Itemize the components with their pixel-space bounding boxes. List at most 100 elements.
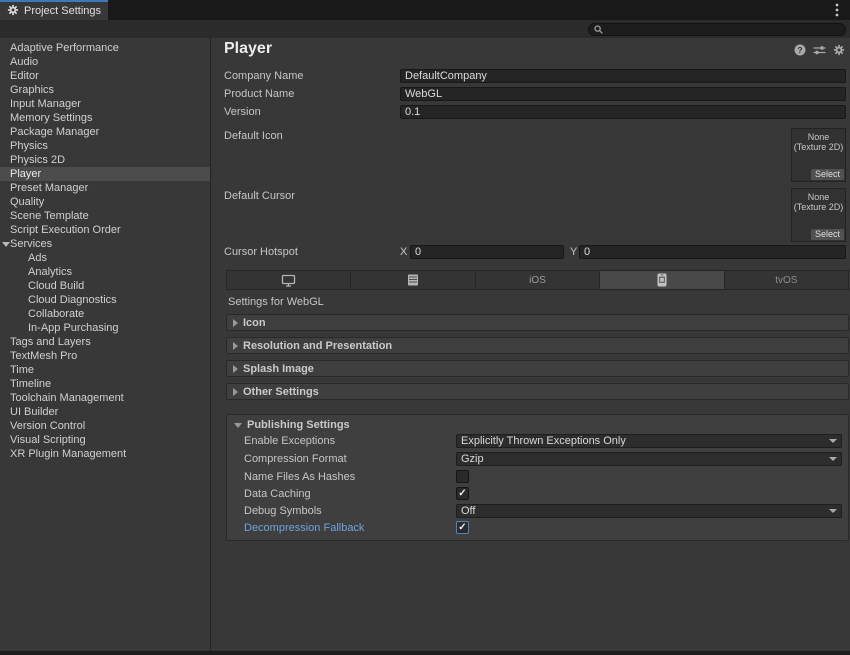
sidebar-item-preset-manager[interactable]: Preset Manager: [0, 181, 210, 195]
sidebar-item-label: Audio: [10, 56, 38, 68]
hotspot-y-input[interactable]: [579, 245, 846, 259]
sidebar-item-adaptive-performance[interactable]: Adaptive Performance: [0, 41, 210, 55]
platform-tab-standalone[interactable]: [227, 271, 351, 289]
sidebar-item-label: Package Manager: [10, 126, 99, 138]
compression-format-dropdown[interactable]: Gzip: [456, 452, 842, 466]
sidebar-item-tags-and-layers[interactable]: Tags and Layers: [0, 335, 210, 349]
sidebar-item-physics[interactable]: Physics: [0, 139, 210, 153]
sidebar-item-analytics[interactable]: Analytics: [0, 265, 210, 279]
project-settings-window: Project Settings Adaptive PerformanceAud…: [0, 0, 850, 655]
toolbar: [0, 20, 850, 38]
default-cursor-select-button[interactable]: Select: [811, 229, 844, 240]
sidebar-item-quality[interactable]: Quality: [0, 195, 210, 209]
sidebar-item-in-app-purchasing[interactable]: In-App Purchasing: [0, 321, 210, 335]
preset-icon[interactable]: [813, 44, 826, 56]
default-cursor-picker[interactable]: None (Texture 2D) Select: [791, 188, 846, 242]
sidebar-item-editor[interactable]: Editor: [0, 69, 210, 83]
section-title: Resolution and Presentation: [243, 340, 392, 352]
sidebar-item-time[interactable]: Time: [0, 363, 210, 377]
platform-tab-label: tvOS: [775, 275, 797, 286]
search-box[interactable]: [588, 23, 846, 36]
sidebar-item-textmesh-pro[interactable]: TextMesh Pro: [0, 349, 210, 363]
default-cursor-type: (Texture 2D): [792, 202, 845, 212]
search-input[interactable]: [607, 24, 840, 35]
sidebar-item-cloud-build[interactable]: Cloud Build: [0, 279, 210, 293]
sidebar-item-graphics[interactable]: Graphics: [0, 83, 210, 97]
platform-tab-tvos[interactable]: tvOS: [725, 271, 848, 289]
sidebar-item-package-manager[interactable]: Package Manager: [0, 125, 210, 139]
platform-tab-webgl[interactable]: [600, 271, 724, 289]
hotspot-x-input[interactable]: [410, 245, 564, 259]
default-icon-none: None: [792, 132, 845, 142]
gear-icon[interactable]: [833, 44, 845, 56]
default-icon-select-button[interactable]: Select: [811, 169, 844, 180]
sidebar-item-label: Quality: [10, 196, 44, 208]
sidebar-item-version-control[interactable]: Version Control: [0, 419, 210, 433]
header-icons: ?: [794, 44, 845, 56]
section-title: Other Settings: [243, 386, 319, 398]
sidebar-item-services[interactable]: Services: [0, 237, 210, 251]
sidebar-item-script-execution-order[interactable]: Script Execution Order: [0, 223, 210, 237]
sidebar-item-cloud-diagnostics[interactable]: Cloud Diagnostics: [0, 293, 210, 307]
platform-tab-label: iOS: [529, 275, 546, 286]
sidebar-item-input-manager[interactable]: Input Manager: [0, 97, 210, 111]
foldout-expanded-icon: [234, 423, 242, 428]
sidebar-item-label: Graphics: [10, 84, 54, 96]
company-name-label: Company Name: [224, 69, 303, 83]
sidebar-item-label: Input Manager: [10, 98, 81, 110]
company-name-input[interactable]: [400, 69, 846, 83]
sidebar-item-label: Player: [10, 168, 41, 180]
sidebar-item-label: Cloud Diagnostics: [28, 294, 117, 306]
name-files-as-hashes-checkbox[interactable]: [456, 470, 469, 483]
publishing-settings-foldout[interactable]: Publishing Settings: [234, 418, 350, 432]
sidebar-item-physics-2d[interactable]: Physics 2D: [0, 153, 210, 167]
sidebar-item-xr-plugin-management[interactable]: XR Plugin Management: [0, 447, 210, 461]
section-other-settings[interactable]: Other Settings: [226, 383, 849, 400]
sidebar-item-ads[interactable]: Ads: [0, 251, 210, 265]
hotspot-y-label: Y: [570, 245, 577, 259]
page-title: Player: [224, 40, 272, 58]
player-settings-panel: Player ? Company Name Product Name Versi…: [212, 38, 850, 651]
sidebar-item-label: UI Builder: [10, 406, 58, 418]
data-caching-checkbox[interactable]: ✓: [456, 487, 469, 500]
tab-project-settings[interactable]: Project Settings: [0, 0, 108, 20]
sidebar-item-ui-builder[interactable]: UI Builder: [0, 405, 210, 419]
kebab-menu-icon[interactable]: [833, 3, 841, 17]
sidebar-item-audio[interactable]: Audio: [0, 55, 210, 69]
decompression-fallback-checkbox[interactable]: ✓: [456, 521, 469, 534]
sidebar-item-label: Time: [10, 364, 34, 376]
sidebar-item-timeline[interactable]: Timeline: [0, 377, 210, 391]
sidebar-item-collaborate[interactable]: Collaborate: [0, 307, 210, 321]
product-name-input[interactable]: [400, 87, 846, 101]
sidebar-item-memory-settings[interactable]: Memory Settings: [0, 111, 210, 125]
webgl-icon: [657, 273, 667, 287]
sidebar-item-player[interactable]: Player: [0, 167, 210, 181]
enable-exceptions-dropdown[interactable]: Explicitly Thrown Exceptions Only: [456, 434, 842, 448]
project-settings-gear-icon: [7, 4, 19, 19]
section-title: Splash Image: [243, 363, 314, 375]
sidebar-item-label: Memory Settings: [10, 112, 93, 124]
settings-sidebar: Adaptive PerformanceAudioEditorGraphics I…: [0, 38, 211, 651]
platform-tab-ios[interactable]: iOS: [476, 271, 600, 289]
help-icon[interactable]: ?: [794, 44, 806, 56]
default-icon-picker[interactable]: None (Texture 2D) Select: [791, 128, 846, 182]
sidebar-item-visual-scripting[interactable]: Visual Scripting: [0, 433, 210, 447]
chevron-down-icon: [829, 439, 837, 443]
sidebar-item-label: Analytics: [28, 266, 72, 278]
sidebar-item-scene-template[interactable]: Scene Template: [0, 209, 210, 223]
section-resolution-and-presentation[interactable]: Resolution and Presentation: [226, 337, 849, 354]
debug-symbols-dropdown[interactable]: Off: [456, 504, 842, 518]
dropdown-value: Explicitly Thrown Exceptions Only: [461, 435, 626, 447]
version-input[interactable]: [400, 105, 846, 119]
sidebar-item-toolchain-management[interactable]: Toolchain Management: [0, 391, 210, 405]
foldout-expanded-icon[interactable]: [2, 242, 10, 247]
default-cursor-none: None: [792, 192, 845, 202]
section-splash-image[interactable]: Splash Image: [226, 360, 849, 377]
sidebar-item-label: Visual Scripting: [10, 434, 86, 446]
sidebar-item-label: Collaborate: [28, 308, 84, 320]
section-icon[interactable]: Icon: [226, 314, 849, 331]
platform-tab-dedicated-server[interactable]: [351, 271, 475, 289]
search-icon: [594, 25, 603, 34]
cursor-hotspot-label: Cursor Hotspot: [224, 245, 298, 259]
platform-tab-bar: iOS tvOS: [226, 270, 849, 290]
